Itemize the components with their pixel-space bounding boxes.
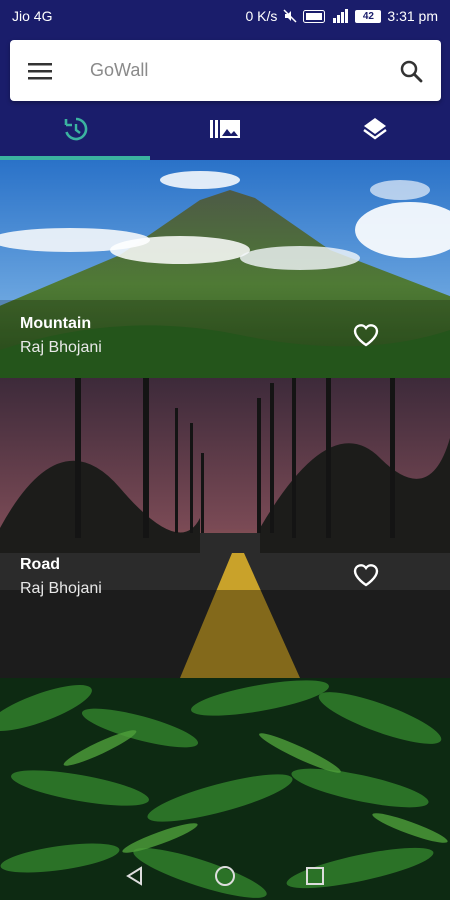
wallpaper-card-mountain[interactable]: Mountain Raj Bhojani (0, 160, 450, 378)
card-title: Road (20, 556, 60, 573)
status-icons: 0 K/s 42 3:31 pm (246, 8, 439, 24)
carrier-label: Jio 4G (12, 8, 53, 24)
card-title: Mountain (20, 315, 92, 332)
tab-gallery[interactable] (150, 102, 300, 160)
status-bar: Jio 4G 0 K/s 42 3:31 pm (0, 0, 450, 32)
card-author: Raj Bhojani (20, 580, 102, 597)
volte-icon (303, 9, 326, 23)
battery-icon: 42 (355, 9, 382, 23)
road-image (0, 378, 450, 678)
home-icon[interactable] (211, 862, 239, 890)
history-icon (61, 115, 89, 148)
tab-history[interactable] (0, 102, 150, 160)
heart-outline-icon[interactable] (352, 561, 380, 587)
clock: 3:31 pm (387, 8, 438, 24)
wallpaper-card-road[interactable]: Road Raj Bhojani (0, 378, 450, 678)
tab-layers[interactable] (300, 102, 450, 160)
layers-icon (362, 116, 388, 147)
search-bar[interactable]: GoWall (10, 40, 441, 101)
heart-outline-icon[interactable] (352, 321, 380, 347)
wallpaper-feed[interactable]: Mountain Raj Bhojani Road Raj Bhojani (0, 160, 450, 900)
search-icon[interactable] (397, 57, 425, 85)
mute-icon (283, 9, 297, 23)
app-title: GoWall (90, 60, 149, 80)
system-nav-bar (0, 852, 450, 900)
gallery-icon (210, 118, 240, 145)
card-author: Raj Bhojani (20, 339, 102, 356)
tab-bar (0, 102, 450, 160)
back-icon[interactable] (121, 862, 149, 890)
app-bar: GoWall (0, 32, 450, 160)
recents-icon[interactable] (301, 862, 329, 890)
data-rate: 0 K/s (245, 8, 278, 24)
menu-icon[interactable] (26, 59, 54, 83)
signal-icon (331, 9, 349, 23)
